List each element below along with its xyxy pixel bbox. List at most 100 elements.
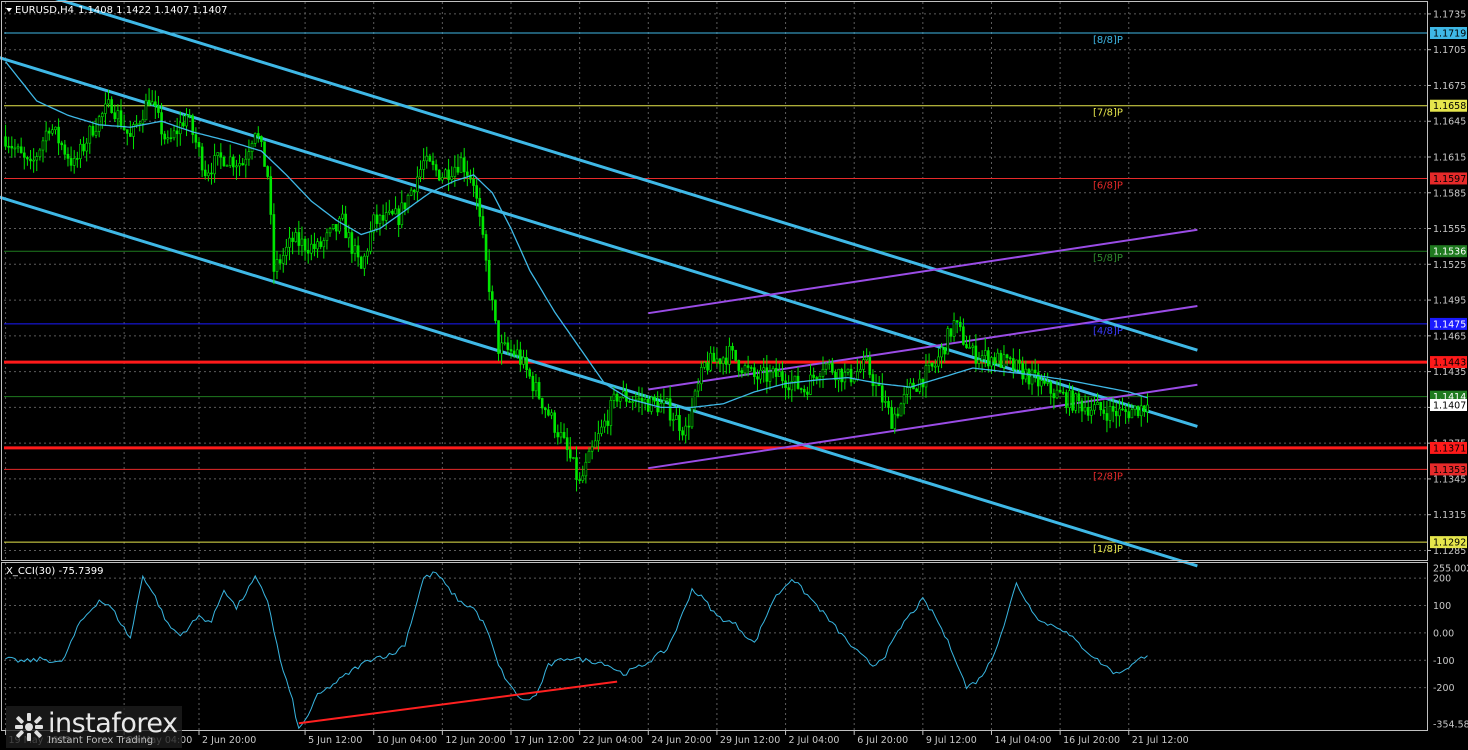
candle-body <box>384 212 388 221</box>
candle-body <box>852 378 856 383</box>
candle-body <box>628 401 631 403</box>
candle-body <box>1071 390 1074 411</box>
candle-body <box>740 370 744 374</box>
candle-body <box>322 240 326 248</box>
candle-body <box>1133 405 1137 411</box>
candle-body <box>987 350 990 367</box>
candle-body <box>113 112 117 120</box>
candle-body <box>331 224 335 229</box>
candle-body <box>444 169 447 178</box>
murrey-price-tag: 1.1475 <box>1433 319 1466 330</box>
candle-body <box>391 210 394 215</box>
candle-body <box>1058 389 1062 393</box>
candle-body <box>500 342 503 354</box>
candle-body <box>294 232 298 242</box>
candle-body <box>422 160 425 170</box>
candle-body <box>700 367 703 385</box>
candle-body <box>76 158 79 160</box>
price-tick-label: 1.1465 <box>1433 331 1466 342</box>
candle-body <box>871 374 875 387</box>
candle-body <box>266 166 269 177</box>
candle-body <box>32 159 35 162</box>
candle-body <box>781 371 784 382</box>
candle-body <box>416 176 419 193</box>
candle-body <box>1080 400 1084 412</box>
price-tick-label: 1.1675 <box>1433 81 1466 92</box>
candle-body <box>806 391 809 395</box>
candle-body <box>977 359 981 364</box>
candle-body <box>275 259 279 272</box>
cci-tick-label: -100 <box>1433 656 1455 667</box>
candle-body <box>272 214 276 272</box>
candle-body <box>662 400 666 404</box>
candle-body <box>918 378 922 392</box>
candle-body <box>1040 380 1043 387</box>
candle-body <box>1090 409 1093 416</box>
watermark-tagline: Instant Forex Trading <box>48 735 154 746</box>
time-tick-label: 2 Jul 04:00 <box>789 735 840 746</box>
candle-body <box>169 137 173 139</box>
candle-body <box>653 396 656 402</box>
candle-body <box>937 356 940 367</box>
candle-body <box>154 101 157 107</box>
candle-body <box>584 461 588 477</box>
candle-body <box>515 349 519 356</box>
candle-body <box>547 409 550 416</box>
candle-body <box>646 399 650 412</box>
murrey-price-tag: 1.1292 <box>1433 538 1466 549</box>
candle-body <box>1083 407 1087 412</box>
candle-body <box>768 371 772 382</box>
candle-body <box>1068 390 1071 408</box>
candle-body <box>902 393 906 405</box>
time-tick-label: 14 Jul 04:00 <box>994 735 1051 746</box>
candle-body <box>253 133 257 144</box>
candle-body <box>849 368 853 383</box>
candle-body <box>207 172 210 177</box>
candle-body <box>1049 381 1053 394</box>
candle-body <box>827 362 831 365</box>
candle-body <box>456 166 460 173</box>
candle-body <box>51 129 54 134</box>
candle-body <box>1127 411 1131 419</box>
candle-body <box>824 363 828 370</box>
candle-body <box>1015 359 1018 371</box>
candle-body <box>182 122 185 127</box>
candle-body <box>219 152 223 158</box>
candle-body <box>409 189 413 196</box>
candle-body <box>406 195 410 210</box>
candle-body <box>1043 380 1046 384</box>
candle-body <box>72 158 76 166</box>
candle-body <box>175 130 179 135</box>
candle-body <box>325 232 329 241</box>
candle-body <box>1021 362 1024 380</box>
candle-body <box>712 352 716 362</box>
murrey-level-label: [8/8]P <box>1093 35 1123 46</box>
time-tick-label: 24 Jun 20:00 <box>651 735 711 746</box>
time-tick-label: 29 Jun 12:00 <box>720 735 780 746</box>
candle-body <box>306 249 310 254</box>
candle-body <box>665 398 669 401</box>
candle-body <box>297 232 301 246</box>
candle-body <box>494 299 497 321</box>
candle-body <box>241 163 244 166</box>
candle-body <box>213 155 216 175</box>
candle-body <box>818 376 822 380</box>
candle-body <box>475 185 478 199</box>
candle-body <box>843 371 847 383</box>
candle-body <box>1105 413 1109 421</box>
candle-body <box>787 387 790 391</box>
candle-body <box>946 328 950 355</box>
candle-body <box>484 234 488 261</box>
candle-body <box>840 368 844 383</box>
candle-body <box>462 157 466 173</box>
candle-body <box>82 143 85 152</box>
candle-body <box>525 356 528 371</box>
candle-body <box>609 400 613 426</box>
candle-body <box>971 345 975 348</box>
candle-body <box>425 155 429 162</box>
candle-body <box>350 232 354 254</box>
candle-body <box>359 256 363 269</box>
candle-body <box>962 326 965 345</box>
murrey-price-tag: 1.1597 <box>1433 174 1466 185</box>
candle-body <box>144 99 148 121</box>
